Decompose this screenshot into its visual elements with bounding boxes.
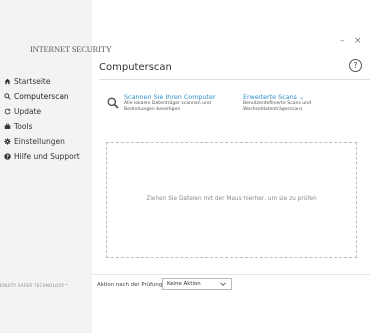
after-scan-action-value: Keine Aktion: [167, 281, 201, 287]
advanced-scans-desc-line2: Wechseldatenträgerscans: [243, 107, 303, 112]
advanced-scans-title: Erweiterte Scans ⌄: [243, 93, 305, 101]
sidebar-item-hilfe-und-support[interactable]: ? Hilfe und Support: [0, 149, 92, 164]
tagline: ENUITY SAFER TECHNOLOGY™: [0, 283, 69, 288]
magnifier-icon: [107, 94, 119, 109]
sidebar-item-label: Update: [14, 107, 42, 116]
main-panel: Computerscan ? Scannen Sie Ihren Compute…: [92, 0, 370, 333]
page-title: Computerscan: [99, 62, 172, 73]
scan-computer-title: Scannen Sie Ihren Computer: [124, 93, 216, 101]
sidebar-item-einstellungen[interactable]: Einstellungen: [0, 134, 92, 149]
svg-text:?: ?: [6, 154, 9, 160]
drop-zone-hint: Ziehen Sie Dateien mit der Maus hierher,…: [146, 196, 317, 202]
help-icon: ?: [1, 153, 13, 160]
advanced-scans-button[interactable]: Erweiterte Scans ⌄ Benutzerdefinierte Sc…: [243, 93, 311, 113]
sidebar-item-startseite[interactable]: Startseite: [0, 74, 92, 89]
sidebar-item-tools[interactable]: Tools: [0, 119, 92, 134]
refresh-icon: [1, 108, 13, 115]
home-icon: [1, 78, 13, 85]
header-divider: [99, 79, 370, 80]
scan-computer-button[interactable]: Scannen Sie Ihren Computer Alle lokalen …: [107, 93, 216, 113]
search-icon: [1, 93, 13, 100]
sidebar-nav: Startseite Computerscan Update Tools Ein…: [0, 74, 92, 164]
sidebar-item-label: Hilfe und Support: [14, 152, 80, 161]
after-scan-action-select[interactable]: Keine Aktion: [162, 278, 232, 290]
chevron-down-icon: [220, 281, 226, 287]
after-scan-label: Aktion nach der Prüfung:: [97, 282, 165, 288]
sidebar-item-label: Computerscan: [14, 92, 69, 101]
footer-divider: [92, 274, 370, 275]
sidebar-item-update[interactable]: Update: [0, 104, 92, 119]
scan-computer-desc-line2: Bedrohungen beseitigen: [124, 107, 181, 112]
sidebar: INTERNET SECURITY Startseite Computersca…: [0, 0, 112, 333]
gear-icon: [1, 138, 13, 145]
sidebar-item-label: Startseite: [14, 77, 51, 86]
help-button[interactable]: ?: [349, 59, 362, 72]
toolbox-icon: [1, 123, 13, 130]
sidebar-item-computerscan[interactable]: Computerscan: [0, 89, 92, 104]
sidebar-item-label: Tools: [14, 122, 33, 131]
sidebar-item-label: Einstellungen: [14, 137, 65, 146]
file-drop-zone[interactable]: Ziehen Sie Dateien mit der Maus hierher,…: [106, 142, 357, 258]
